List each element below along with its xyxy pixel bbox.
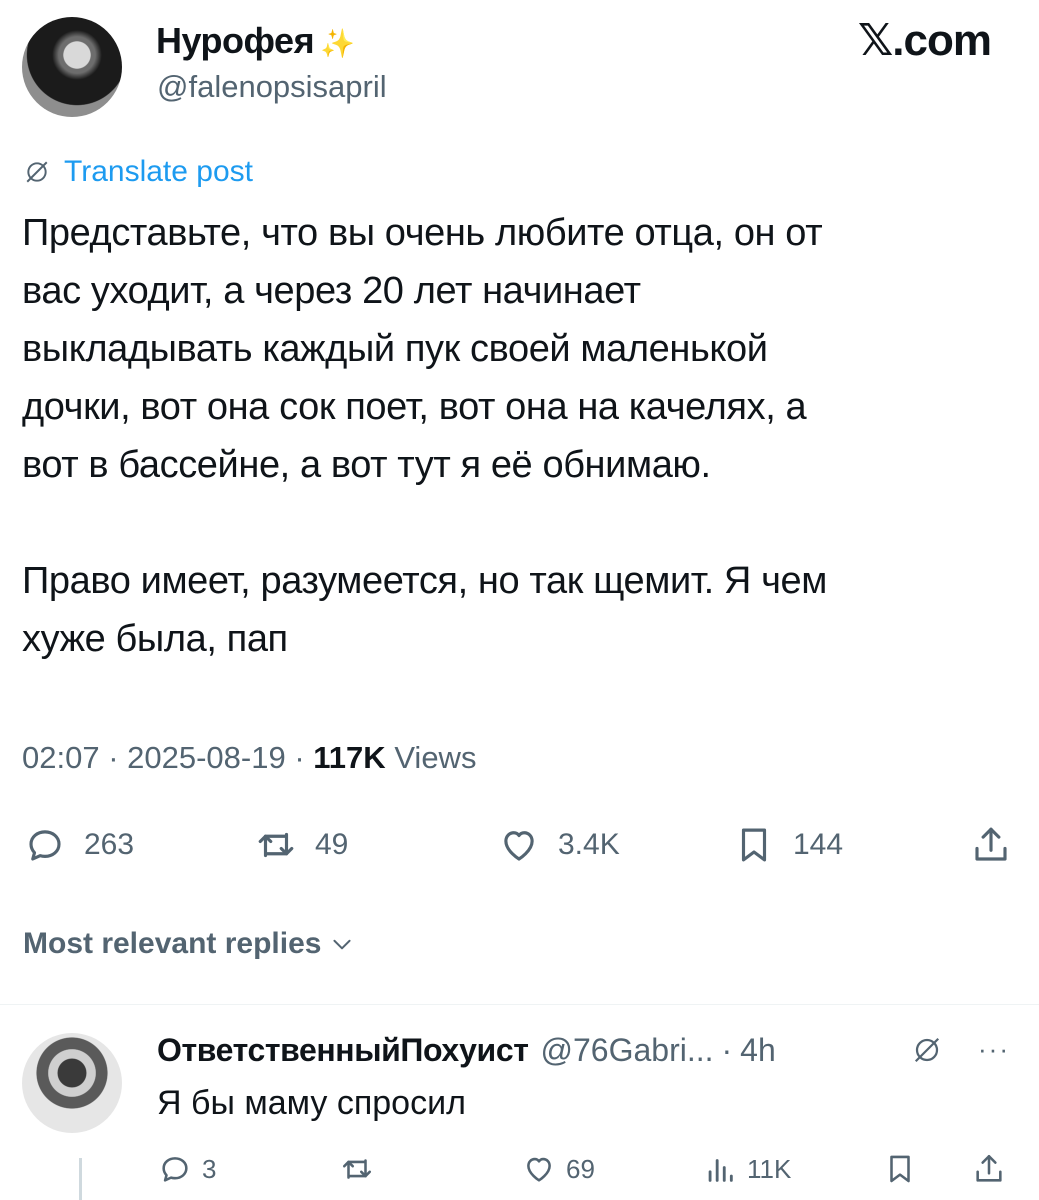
bookmark-icon [890, 1155, 910, 1183]
repost-icon [342, 1159, 372, 1179]
repost-count: 49 [315, 828, 349, 861]
reply-header: ОтветственныйПохуист @76Gabri... · 4h [157, 1032, 776, 1069]
views-count: 117K [313, 740, 386, 775]
reply-like-count: 69 [566, 1153, 595, 1184]
views-label: Views [394, 740, 477, 775]
like-icon [527, 1157, 551, 1182]
sparkle-emoji: ✨ [320, 28, 355, 59]
reply-text: Я бы маму спросил [157, 1084, 466, 1122]
reply-like-button[interactable]: 69 [522, 1152, 595, 1186]
like-button[interactable]: 3.4K [498, 824, 620, 866]
share-icon [975, 827, 1007, 861]
reply-author-handle[interactable]: @76Gabri... [541, 1032, 714, 1069]
reply-reply-count: 3 [202, 1153, 217, 1184]
author-name-text[interactable]: Нурофея [156, 20, 315, 61]
reply-author-name[interactable]: ОтветственныйПохуист [157, 1032, 529, 1069]
reply-share-button[interactable] [972, 1152, 1006, 1186]
globe-icon [26, 161, 48, 183]
views-icon [708, 1159, 733, 1182]
replies-sort-label[interactable]: Most relevant replies [23, 927, 321, 961]
author-handle[interactable]: @falenopsisapril [157, 69, 387, 105]
globe-icon[interactable] [912, 1035, 942, 1065]
like-count: 3.4K [558, 828, 620, 861]
post-text: Представьте, что вы очень любите отца, о… [22, 212, 827, 660]
meta-dot: · [294, 740, 314, 775]
reply-age[interactable]: 4h [740, 1032, 776, 1069]
translate-post-link[interactable]: Translate post [24, 155, 253, 189]
bookmark-count: 144 [793, 828, 844, 861]
reply-author-avatar[interactable] [22, 1033, 122, 1133]
reply-action-bar: 3 69 11K [0, 1148, 1039, 1192]
reply-icon [29, 830, 61, 861]
repost-icon [258, 832, 294, 858]
chevron-down-icon [333, 939, 352, 950]
reply-repost-button[interactable] [340, 1152, 384, 1186]
post-date[interactable]: 2025-08-19 [127, 740, 286, 775]
more-options-button[interactable]: ··· [978, 1034, 1010, 1065]
divider [0, 1004, 1039, 1005]
reply-views-button[interactable]: 11K [703, 1152, 791, 1186]
reply-button[interactable]: 263 [24, 824, 134, 866]
share-icon [976, 1154, 1002, 1182]
post-time[interactable]: 02:07 [22, 740, 100, 775]
reply-views-count: 11K [747, 1153, 792, 1184]
repost-button[interactable]: 49 [255, 824, 348, 866]
author-avatar[interactable] [22, 17, 122, 117]
share-button[interactable] [970, 824, 1012, 866]
reply-reply-button[interactable]: 3 [158, 1152, 216, 1186]
meta-dot: · [108, 740, 128, 775]
like-icon [504, 831, 534, 861]
reply-bookmark-button[interactable] [883, 1152, 917, 1186]
reply-count: 263 [84, 828, 135, 861]
brand-logo: 𝕏.com [857, 16, 992, 65]
post-action-bar: 263 49 3.4K 144 [0, 818, 1039, 874]
replies-sort-dropdown[interactable]: Most relevant replies [23, 927, 355, 961]
reply-separator: · [721, 1032, 733, 1068]
bookmark-icon [741, 828, 767, 862]
post-meta: 02:07 · 2025-08-19 · 117K Views [22, 740, 476, 776]
translate-label[interactable]: Translate post [64, 155, 253, 189]
bookmark-button[interactable]: 144 [733, 824, 843, 866]
author-name[interactable]: Нурофея ✨ [156, 20, 355, 62]
reply-icon [162, 1157, 188, 1182]
